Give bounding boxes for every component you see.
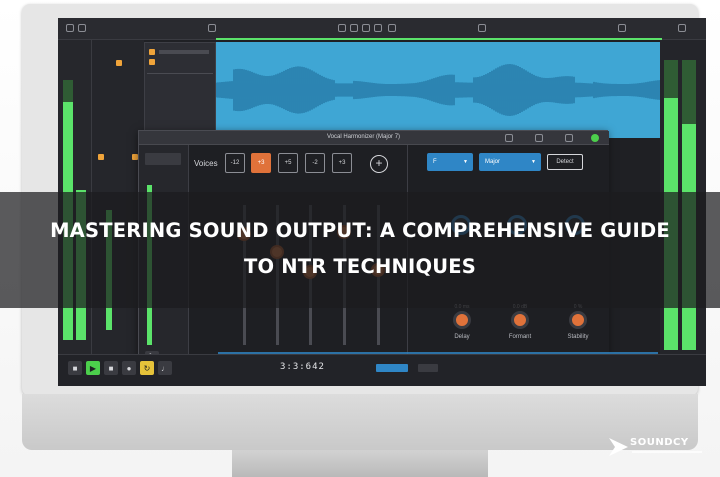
waveform-path xyxy=(216,64,660,116)
key-value: F xyxy=(433,159,437,165)
delay-label: Delay xyxy=(454,334,470,340)
toolbar-button[interactable] xyxy=(388,24,396,32)
time-display: 3:3:642 xyxy=(280,362,325,372)
toolbar-button[interactable] xyxy=(208,24,216,32)
metronome-icon[interactable]: ♩ xyxy=(158,361,172,375)
voice-button-1[interactable]: -12 xyxy=(225,153,245,173)
voice-button-4[interactable]: -2 xyxy=(305,153,325,173)
monitor-stand xyxy=(232,450,488,477)
article-title-line-1: MASTERING SOUND OUTPUT: A COMPREHENSIVE … xyxy=(50,219,670,242)
track-monitor-button[interactable] xyxy=(149,59,155,65)
track-arm-button[interactable] xyxy=(149,49,155,55)
arm-indicator[interactable] xyxy=(98,154,104,160)
toolbar-button[interactable] xyxy=(66,24,74,32)
divider xyxy=(147,73,213,74)
monitor-chin xyxy=(22,394,698,450)
formant-knob[interactable] xyxy=(511,311,529,329)
waveform-track[interactable] xyxy=(216,42,660,138)
sidebar-slot[interactable] xyxy=(145,153,181,165)
soundcy-logo: SOUNDCY xyxy=(606,432,710,466)
logo-underline xyxy=(632,451,702,453)
toolbar-button[interactable] xyxy=(618,24,626,32)
title-banner: MASTERING SOUND OUTPUT: A COMPREHENSIVE … xyxy=(0,192,720,308)
track-name-field[interactable] xyxy=(159,50,209,54)
play-icon[interactable]: ▶ xyxy=(86,361,100,375)
scale-value: Major xyxy=(485,159,501,165)
plugin-preset-icon[interactable] xyxy=(505,134,513,142)
chevron-down-icon: ▼ xyxy=(463,159,468,165)
timeline-ruler xyxy=(216,38,662,40)
record-icon[interactable]: ● xyxy=(122,361,136,375)
stop-icon[interactable]: ■ xyxy=(104,361,118,375)
transport-bar: ■ ▶ ■ ● ↻ ♩ 3:3:642 xyxy=(58,354,706,386)
detect-button[interactable]: Detect xyxy=(547,154,583,170)
toolbar-button[interactable] xyxy=(362,24,370,32)
track-header[interactable] xyxy=(144,42,216,138)
toolbar-button[interactable] xyxy=(338,24,346,32)
rewind-icon[interactable]: ■ xyxy=(68,361,82,375)
formant-label: Formant xyxy=(508,334,532,340)
waveform-graphic xyxy=(216,64,660,116)
stability-knob[interactable] xyxy=(569,311,587,329)
loop-icon[interactable]: ↻ xyxy=(140,361,154,375)
power-icon[interactable] xyxy=(591,134,599,142)
top-toolbar xyxy=(58,18,706,40)
toolbar-button[interactable] xyxy=(350,24,358,32)
voice-button-2[interactable]: +3 xyxy=(251,153,271,173)
add-voice-button[interactable]: + xyxy=(370,155,388,173)
plugin-titlebar[interactable]: Vocal Harmonizer (Major 7) xyxy=(139,131,609,145)
voice-button-5[interactable]: +3 xyxy=(332,153,352,173)
toolbar-button[interactable] xyxy=(678,24,686,32)
plugin-title: Vocal Harmonizer (Major 7) xyxy=(327,134,401,140)
tempo-field[interactable] xyxy=(376,364,408,372)
chevron-down-icon: ▼ xyxy=(531,159,536,165)
plugin-trash-icon[interactable] xyxy=(535,134,543,142)
logo-text: SOUNDCY xyxy=(630,437,689,448)
toolbar-button[interactable] xyxy=(78,24,86,32)
scale-select[interactable]: Major ▼ xyxy=(479,153,541,171)
voices-label: Voices xyxy=(194,159,218,168)
stability-label: Stability xyxy=(567,334,589,340)
delay-knob[interactable] xyxy=(453,311,471,329)
toolbar-button[interactable] xyxy=(478,24,486,32)
toolbar-button[interactable] xyxy=(374,24,382,32)
arm-indicator[interactable] xyxy=(116,60,122,66)
voice-button-3[interactable]: +5 xyxy=(278,153,298,173)
key-select[interactable]: F ▼ xyxy=(427,153,473,171)
scene: Vocal Harmonizer (Major 7) ▶ Voices -12 … xyxy=(0,0,720,477)
article-title-line-2: TO NTR TECHNIQUES xyxy=(243,255,477,278)
signature-field[interactable] xyxy=(418,364,438,372)
plugin-settings-icon[interactable] xyxy=(565,134,573,142)
logo-mark-icon xyxy=(609,438,628,456)
